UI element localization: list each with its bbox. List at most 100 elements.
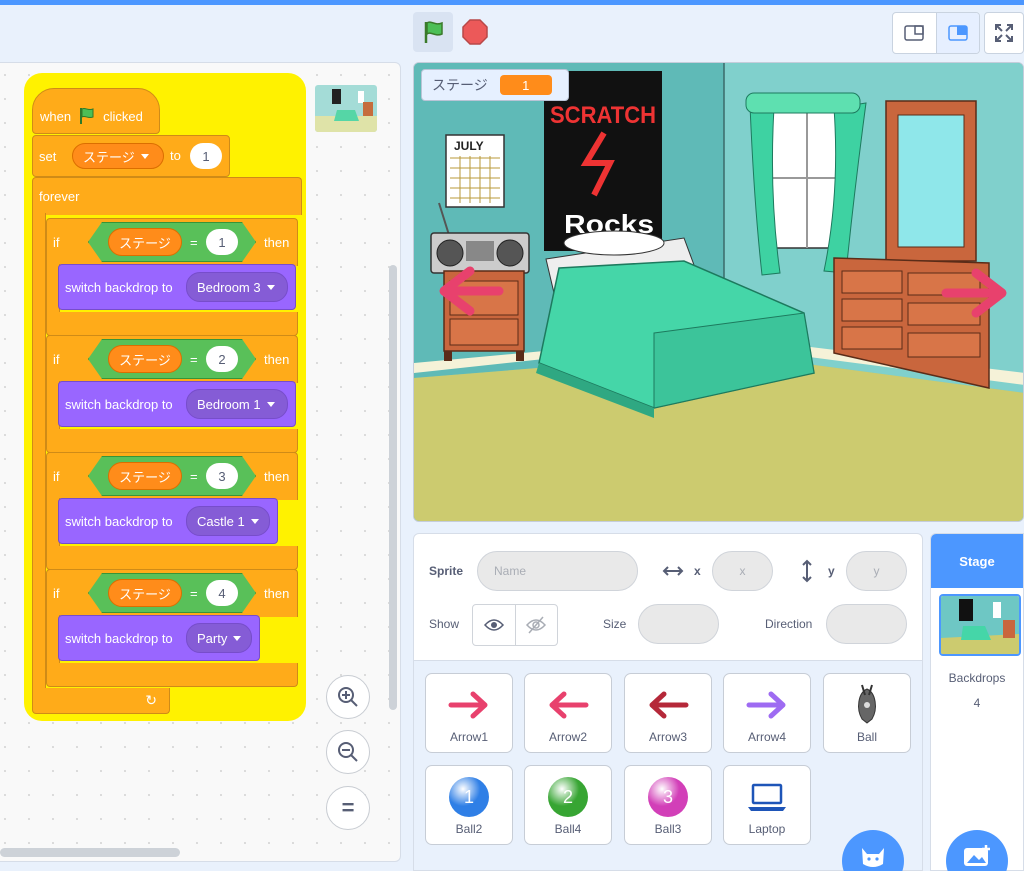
variable-reporter[interactable]: ステージ [108, 345, 182, 373]
sprite-name: Ball4 [554, 822, 582, 836]
zoom-in-icon [338, 687, 358, 707]
calendar-image: JULY [445, 134, 505, 208]
y-input[interactable]: y [846, 551, 907, 591]
sprite-thumbnail [625, 680, 711, 730]
variable-reporter[interactable]: ステージ [108, 462, 182, 490]
sprite-card[interactable]: Arrow3 [624, 673, 712, 753]
show-visible-button[interactable] [473, 605, 515, 645]
size-input[interactable] [638, 604, 719, 644]
fullscreen-icon [995, 24, 1013, 42]
sprite-card[interactable]: 1 Ball2 [425, 765, 513, 845]
sprite-name-input[interactable]: Name [477, 551, 638, 591]
ball-sprite-icon [858, 684, 876, 724]
sprite-name: Arrow3 [648, 730, 687, 744]
green-flag-icon [424, 21, 443, 43]
equals-sign: = [190, 352, 198, 367]
small-stage-icon [904, 25, 925, 41]
zoom-reset-button[interactable]: = [326, 786, 370, 830]
sprite-name: Arrow4 [747, 730, 786, 744]
compare-value-input[interactable]: 4 [206, 580, 238, 606]
direction-input[interactable] [826, 604, 907, 644]
zoom-out-icon [338, 742, 358, 762]
sprite-thumbnail [724, 680, 810, 730]
variable-reporter[interactable]: ステージ [108, 228, 182, 256]
switch-backdrop-text: switch backdrop to [65, 630, 173, 646]
backdrop-name: Bedroom 3 [197, 279, 261, 295]
chevron-down-icon [266, 284, 275, 290]
stage-thumbnail [939, 594, 1021, 656]
if-text: if [53, 352, 60, 367]
cat-add-icon [862, 848, 884, 867]
arrow-left-icon [649, 691, 689, 719]
if-footer [46, 429, 298, 453]
sprite-card[interactable]: Laptop [723, 765, 811, 845]
variable-reporter[interactable]: ステージ [108, 579, 182, 607]
code-horizontal-scrollbar[interactable] [0, 848, 180, 857]
then-text: then [264, 586, 290, 601]
then-text: then [264, 235, 290, 250]
stage-target-panel[interactable]: Stage Backdrops 4 [930, 533, 1024, 871]
stage-canvas[interactable]: JULY SCRATCH Rocks [413, 62, 1024, 522]
ball-icon: 1 [449, 777, 489, 817]
set-to-text: to [170, 148, 181, 163]
green-flag-button[interactable] [413, 12, 453, 52]
monitor-value: 1 [499, 75, 552, 95]
backdrops-label: Backdrops [948, 671, 1006, 685]
if-text: if [53, 469, 60, 484]
backdrop-dropdown[interactable]: Bedroom 1 [186, 389, 288, 419]
sprite-name: Arrow1 [449, 730, 488, 744]
compare-value-input[interactable]: 3 [206, 463, 238, 489]
stage-size-toggle [892, 12, 980, 54]
equals-sign: = [190, 469, 198, 484]
sprite-card[interactable]: Arrow2 [524, 673, 612, 753]
sprite-name: Ball3 [654, 822, 682, 836]
compare-value-input[interactable]: 2 [206, 346, 238, 372]
if-text: if [53, 235, 60, 250]
backdrop-dropdown[interactable]: Bedroom 3 [186, 272, 288, 302]
top-accent-bar [0, 0, 1024, 5]
variable-monitor[interactable]: ステージ 1 [421, 69, 569, 101]
monitor-label: ステージ [432, 77, 488, 93]
zoom-out-button[interactable] [326, 730, 370, 774]
stop-button[interactable] [456, 12, 494, 52]
set-variable-dropdown[interactable]: ステージ [72, 143, 164, 169]
forever-text: forever [39, 189, 80, 204]
when-flag-clicked-block[interactable]: when clicked [32, 88, 160, 134]
x-label: x [694, 564, 701, 578]
sprite-thumbnail-mini [315, 85, 377, 132]
sprite-name: Ball [856, 730, 877, 744]
if-footer [46, 312, 298, 336]
green-flag-icon [80, 107, 94, 124]
compare-value-input[interactable]: 1 [206, 229, 238, 255]
sprite-card[interactable]: Arrow1 [425, 673, 513, 753]
backdrop-name: Party [197, 630, 228, 646]
if-footer [46, 663, 298, 687]
backdrop-dropdown[interactable]: Party [186, 623, 252, 653]
zoom-in-button[interactable] [326, 675, 370, 719]
set-value-input[interactable]: 1 [190, 143, 222, 169]
window-image [745, 92, 867, 276]
sprite-card[interactable]: 3 Ball3 [624, 765, 712, 845]
show-hidden-button[interactable] [514, 605, 557, 645]
small-stage-button[interactable] [893, 13, 936, 53]
equals-sign: = [190, 586, 198, 601]
sprite-card[interactable]: Ball [823, 673, 911, 753]
backdrop-dropdown[interactable]: Castle 1 [186, 506, 270, 536]
sprite-thumbnail: 2 [525, 772, 611, 822]
forever-block[interactable]: forever [32, 177, 302, 215]
sprite-name: Laptop [748, 822, 786, 836]
sprite-thumbnail [824, 680, 910, 730]
chevron-down-icon [250, 518, 259, 524]
fullscreen-button[interactable] [984, 12, 1024, 54]
sprite-card[interactable]: 2 Ball4 [524, 765, 612, 845]
sprite-card[interactable]: Arrow4 [723, 673, 811, 753]
svg-text:SCRATCH: SCRATCH [550, 102, 656, 129]
ball-icon: 2 [548, 777, 588, 817]
arrow-right-icon [746, 691, 786, 719]
stage-tab[interactable]: Stage [931, 534, 1023, 588]
normal-stage-button[interactable] [935, 13, 979, 53]
code-vertical-scrollbar[interactable] [389, 265, 397, 710]
x-input[interactable]: x [712, 551, 773, 591]
if-footer [46, 546, 298, 570]
equals-sign: = [190, 235, 198, 250]
